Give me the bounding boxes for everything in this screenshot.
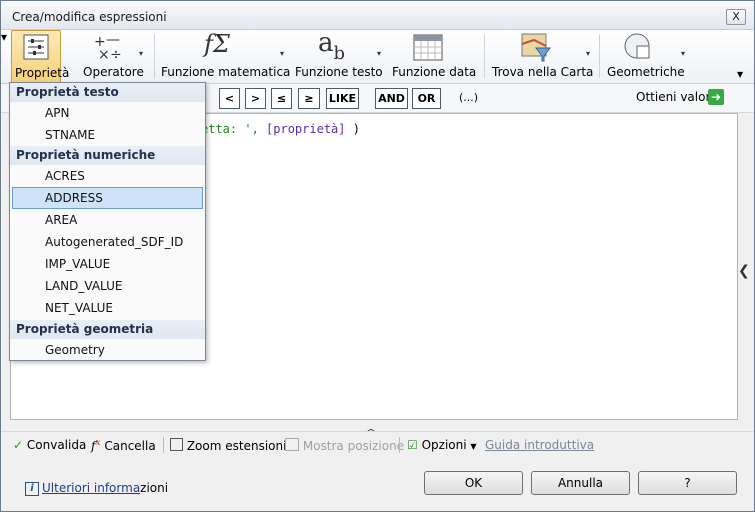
ribbon-separator — [599, 34, 600, 78]
get-values-button[interactable]: Ottieni valori — [636, 90, 714, 104]
ribbon-button-math[interactable]: fΣ Funzione matematica ▾ — [159, 30, 291, 82]
side-panel-toggle-icon[interactable]: ❮ — [738, 263, 750, 279]
show-position-label: Mostra posizione — [302, 439, 405, 453]
less-equal-button[interactable]: ≤ — [271, 88, 292, 109]
svg-text:×: × — [98, 47, 110, 62]
more-info-link[interactable]: Ulteriori informa — [42, 481, 140, 495]
bottom-separator — [163, 437, 164, 453]
greater-than-button[interactable]: > — [245, 88, 266, 109]
menu-item-stname[interactable]: STNAME — [45, 128, 95, 142]
ribbon: Proprietà ▾ + — × ÷ Operatore ▾ fΣ Funzi… — [1, 28, 754, 84]
date-function-icon — [413, 34, 443, 61]
ribbon-label-properties: Proprietà — [15, 66, 70, 80]
help-button[interactable]: ? — [638, 471, 737, 495]
window-title: Crea/modifica espressioni — [12, 10, 167, 24]
info-icon: i — [25, 481, 39, 496]
math-function-icon: fΣ — [204, 30, 230, 58]
ribbon-separator — [154, 34, 155, 78]
zoom-label: Zoom estensioni — [186, 439, 287, 453]
ribbon-button-properties[interactable]: Proprietà — [11, 30, 69, 84]
menu-section-numeric: Proprietà numeriche — [10, 146, 205, 165]
svg-text:÷: ÷ — [110, 47, 122, 62]
or-button[interactable]: OR — [412, 88, 441, 109]
ribbon-button-text[interactable]: ab Funzione testo ▾ — [293, 28, 385, 82]
text-function-icon: ab — [318, 28, 345, 64]
ribbon-button-operator[interactable]: + — × ÷ Operatore ▾ — [79, 30, 149, 82]
more-info: i Ulteriori informazioni — [25, 481, 168, 496]
ribbon-label-date: Funzione data — [392, 65, 477, 79]
validate-label: Convalida — [26, 438, 87, 452]
expression-close: ) — [352, 122, 360, 136]
clear-button[interactable]: fx Cancella — [91, 438, 156, 453]
geometry-icon — [624, 33, 650, 59]
operator-dropdown-arrow[interactable]: ▾ — [139, 49, 143, 58]
menu-section-geometry: Proprietà geometria — [10, 320, 205, 339]
options-label: Opzioni — [421, 438, 467, 452]
validate-button[interactable]: ✓ Convalida — [13, 438, 86, 452]
menu-item-area[interactable]: AREA — [45, 213, 77, 227]
clear-label: Cancella — [104, 439, 156, 453]
zoom-icon — [170, 438, 183, 451]
bottom-separator — [399, 437, 400, 453]
menu-item-net-value[interactable]: NET_VALUE — [45, 301, 113, 315]
menu-item-autogenerated-sdf-id[interactable]: Autogenerated_SDF_ID — [45, 235, 183, 249]
parentheses-button[interactable]: (...) — [459, 91, 478, 104]
bottom-toolbar: ✓ Convalida fx Cancella Zoom estensioni … — [1, 431, 754, 458]
ribbon-button-find-map[interactable]: Trova nella Carta ▾ — [490, 30, 596, 82]
text-icon-a: a — [318, 28, 334, 58]
like-button[interactable]: LIKE — [326, 88, 359, 109]
ribbon-separator — [484, 34, 485, 78]
math-dropdown-arrow[interactable]: ▾ — [280, 49, 284, 58]
options-button[interactable]: ☑ Opzioni ▼ — [407, 438, 477, 452]
expression-text: etta: ', [proprietà] ) — [201, 122, 360, 136]
zoom-extents-button[interactable]: Zoom estensioni — [170, 438, 286, 453]
ribbon-label-math: Funzione matematica — [161, 65, 291, 79]
properties-dropdown-menu: Proprietà testo APN STNAME Proprietà num… — [9, 82, 206, 361]
menu-item-geometry[interactable]: Geometry — [45, 343, 105, 357]
clear-fx-icon: fx — [91, 438, 101, 453]
text-dropdown-arrow[interactable]: ▾ — [377, 49, 381, 58]
cancel-button[interactable]: Annulla — [531, 471, 630, 495]
ok-button[interactable]: OK — [424, 471, 523, 495]
menu-section-text: Proprietà testo — [10, 83, 205, 102]
svg-text:—: — — [106, 32, 120, 48]
greater-equal-button[interactable]: ≥ — [298, 88, 320, 109]
ribbon-scroll-down-icon[interactable]: ▼ — [737, 70, 743, 79]
menu-item-apn[interactable]: APN — [45, 106, 69, 120]
text-icon-b: b — [333, 43, 346, 64]
options-dropdown-arrow: ▼ — [470, 442, 477, 451]
properties-dropdown-arrow[interactable]: ▾ — [1, 30, 7, 44]
ribbon-label-text: Funzione testo — [295, 65, 383, 79]
expression-builder-window: Crea/modifica espressioni X Proprietà ▾ … — [0, 0, 755, 512]
guide-link[interactable]: Guida introduttiva — [485, 438, 594, 452]
expression-string: etta: ', — [201, 122, 259, 136]
check-icon: ✓ — [13, 438, 24, 452]
more-info-rest: zioni — [140, 481, 169, 495]
close-button[interactable]: X — [726, 9, 746, 25]
geometry-dropdown-arrow[interactable]: ▾ — [681, 49, 685, 58]
ribbon-label-geometry: Geometriche — [607, 65, 685, 79]
and-button[interactable]: AND — [375, 88, 408, 109]
expression-property: [proprietà] — [266, 122, 346, 136]
menu-item-address[interactable]: ADDRESS — [45, 191, 103, 205]
options-check-icon: ☑ — [407, 438, 418, 452]
menu-item-land-value[interactable]: LAND_VALUE — [45, 279, 123, 293]
grid-icon — [285, 438, 299, 451]
ribbon-label-find-map: Trova nella Carta — [492, 65, 594, 79]
menu-item-address-highlight[interactable] — [12, 187, 203, 209]
menu-item-imp-value[interactable]: IMP_VALUE — [45, 257, 110, 271]
ribbon-button-geometry[interactable]: Geometriche ▾ — [605, 30, 689, 82]
find-map-dropdown-arrow[interactable]: ▾ — [586, 49, 590, 58]
menu-item-acres[interactable]: ACRES — [45, 169, 85, 183]
title-bar: Crea/modifica espressioni X — [1, 1, 754, 30]
map-find-icon — [521, 33, 551, 62]
less-than-button[interactable]: < — [219, 88, 240, 109]
arrow-right-icon[interactable]: ➔ — [708, 89, 724, 105]
ribbon-label-operator: Operatore — [83, 65, 144, 79]
ribbon-button-date[interactable]: Funzione data — [390, 30, 482, 82]
properties-icon — [23, 34, 49, 60]
show-position-button[interactable]: Mostra posizione — [285, 438, 404, 453]
operator-icon: + — × ÷ — [94, 32, 122, 62]
